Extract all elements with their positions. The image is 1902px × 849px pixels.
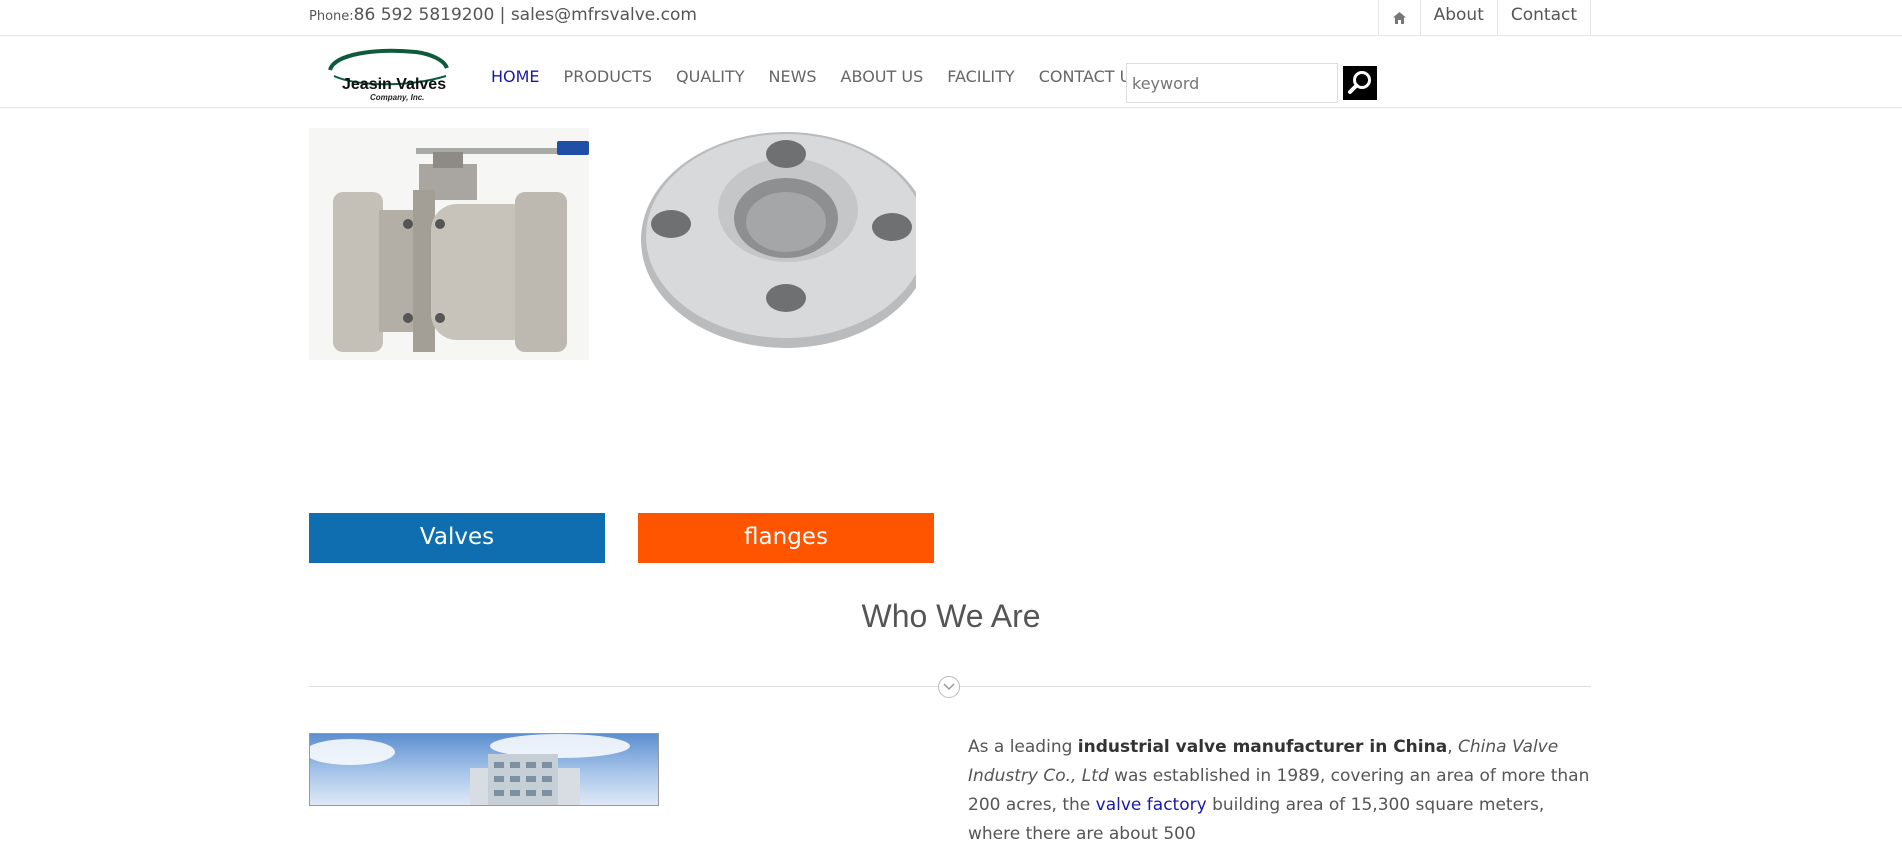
contact-info: Phone:86 592 5819200 | sales@mfrsvalve.c…	[309, 5, 697, 25]
contact-link[interactable]: Contact	[1498, 0, 1591, 35]
nav-facility[interactable]: FACILITY	[947, 67, 1014, 86]
about-link[interactable]: About	[1421, 0, 1498, 35]
valve-factory-link[interactable]: valve factory	[1096, 795, 1207, 815]
home-icon	[1392, 11, 1406, 24]
factory-illustration	[310, 734, 630, 805]
about-text-2: ,	[1447, 737, 1459, 757]
nav-home[interactable]: HOME	[491, 67, 540, 86]
main-nav: HOME PRODUCTS QUALITY NEWS ABOUT US FACI…	[491, 67, 1166, 86]
separator: |	[499, 5, 506, 25]
about-paragraph: As a leading industrial valve manufactur…	[968, 733, 1593, 849]
nav-products[interactable]: PRODUCTS	[564, 67, 653, 86]
section-title: Who We Are	[861, 598, 1041, 634]
divider-badge	[938, 676, 960, 698]
phone-label: Phone:	[309, 9, 354, 24]
valves-button[interactable]: Valves	[309, 513, 605, 563]
search-button[interactable]	[1343, 66, 1377, 100]
flange-image[interactable]	[636, 128, 931, 360]
email-link[interactable]: sales@mfrsvalve.com	[511, 5, 697, 25]
top-links: About Contact	[1377, 0, 1591, 35]
logo-subtext: Company, Inc.	[370, 93, 424, 102]
header: Jeasin Valves Company, Inc. HOME PRODUCT…	[0, 36, 1902, 108]
ball-valve-image[interactable]	[309, 128, 589, 360]
logo[interactable]: Jeasin Valves Company, Inc.	[326, 46, 453, 102]
phone-number: 86 592 5819200	[353, 5, 495, 25]
home-link[interactable]	[1379, 0, 1421, 35]
flange-illustration	[641, 132, 931, 348]
ball-valve-illustration	[333, 141, 589, 352]
nav-quality[interactable]: QUALITY	[676, 67, 744, 86]
search-icon	[1348, 71, 1371, 94]
nav-news[interactable]: NEWS	[768, 67, 816, 86]
top-bar: Phone:86 592 5819200 | sales@mfrsvalve.c…	[0, 0, 1902, 36]
nav-about-us[interactable]: ABOUT US	[841, 67, 924, 86]
logo-text: Jeasin Valves	[342, 76, 446, 93]
search-input[interactable]	[1126, 63, 1338, 103]
chevron-down-icon	[943, 683, 955, 691]
factory-building-image	[309, 733, 659, 806]
about-text-1: As a leading	[968, 737, 1078, 757]
logo-image: Jeasin Valves Company, Inc.	[328, 48, 449, 102]
flanges-button[interactable]: flanges	[638, 513, 934, 563]
about-bold-text: industrial valve manufacturer in China	[1077, 737, 1448, 757]
